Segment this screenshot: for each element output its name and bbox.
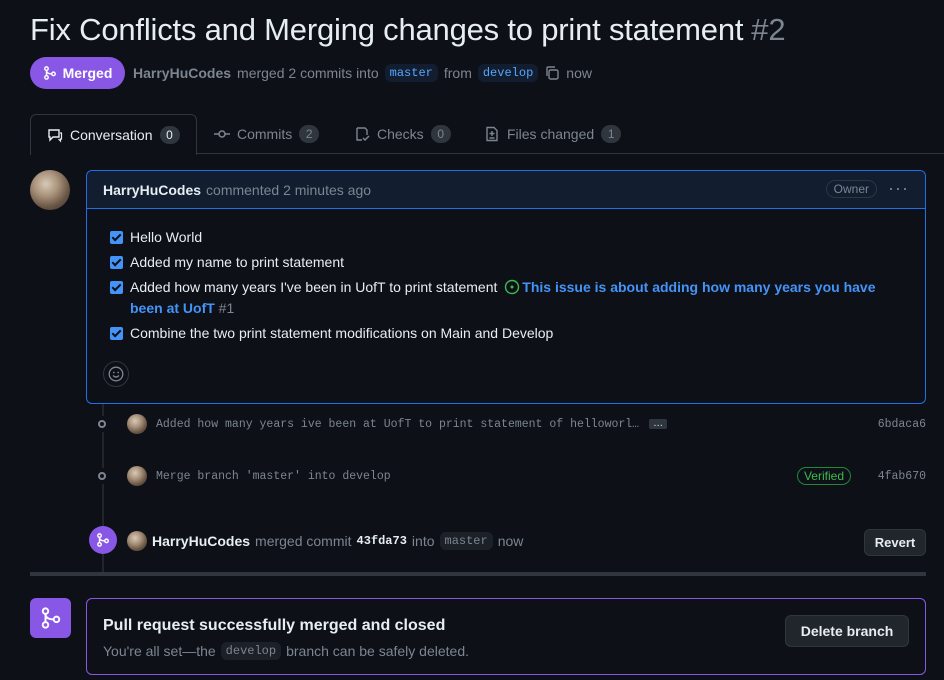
- merge-commit-sha[interactable]: 43fda73: [357, 534, 407, 548]
- avatar[interactable]: [127, 466, 147, 486]
- tab-counter: 0: [430, 125, 451, 143]
- task-checkbox[interactable]: [110, 327, 123, 340]
- merged-status-badge: Merged: [30, 57, 125, 89]
- commit-row: Added how many years ive been at UofT to…: [94, 414, 926, 434]
- avatar[interactable]: [127, 414, 147, 434]
- task-text: Added how many years I've been in UofT t…: [130, 279, 498, 295]
- issue-number[interactable]: #1: [219, 300, 235, 316]
- task-checkbox[interactable]: [110, 281, 123, 294]
- comment-box: HarryHuCodes commented 2 minutes ago Own…: [86, 170, 926, 404]
- task-text-with-reference: Added how many years I've been in UofT t…: [130, 277, 910, 319]
- task-checkbox[interactable]: [110, 231, 123, 244]
- merge-action-text: merged 2 commits into: [237, 65, 379, 81]
- target-branch[interactable]: master: [439, 532, 493, 550]
- merged-subtitle: You're all set—the develop branch can be…: [103, 642, 469, 660]
- author-link[interactable]: HarryHuCodes: [133, 65, 231, 81]
- merge-time: now: [566, 65, 592, 81]
- task-item: Hello World: [110, 227, 202, 248]
- into-text: into: [411, 533, 435, 549]
- git-commit-icon: [94, 416, 110, 432]
- head-branch[interactable]: develop: [477, 64, 539, 82]
- commit-message[interactable]: Added how many years ive been at UofT to…: [156, 418, 639, 431]
- comment-header: HarryHuCodes commented 2 minutes ago: [87, 171, 925, 209]
- merge-event-time[interactable]: now: [498, 533, 524, 549]
- tab-label: Commits: [237, 126, 293, 142]
- verified-badge[interactable]: Verified: [796, 467, 851, 485]
- task-text: Added my name to print statement: [130, 254, 344, 270]
- task-item: Combine the two print statement modifica…: [110, 323, 553, 344]
- tab-files-changed[interactable]: Files changed 1: [484, 114, 622, 154]
- merge-event: HarryHuCodes merged commit 43fda73 into …: [89, 526, 926, 556]
- checklist-icon: [356, 127, 370, 142]
- git-merge-icon: [30, 598, 71, 638]
- git-merge-icon: [89, 526, 117, 554]
- status-label: Merged: [62, 65, 113, 81]
- comment-icon: [48, 129, 63, 143]
- task-checkbox[interactable]: [110, 256, 123, 269]
- merged-status-box: Pull request successfully merged and clo…: [86, 598, 926, 675]
- merge-event-text: HarryHuCodes merged commit 43fda73 into …: [127, 531, 523, 551]
- commit-row: Merge branch 'master' into develop Verif…: [94, 466, 926, 486]
- commit-message[interactable]: Merge branch 'master' into develop: [156, 470, 391, 483]
- git-merge-icon: [43, 66, 56, 80]
- base-branch[interactable]: master: [384, 64, 438, 82]
- merged-subtitle-after: branch can be safely deleted.: [286, 643, 469, 659]
- delete-branch-button[interactable]: Delete branch: [785, 615, 909, 647]
- tab-conversation[interactable]: Conversation 0: [30, 114, 197, 155]
- task-item: Added how many years I've been in UofT t…: [110, 277, 910, 319]
- tab-commits[interactable]: Commits 2: [214, 114, 320, 154]
- avatar[interactable]: [30, 170, 70, 210]
- smiley-icon: [108, 366, 124, 382]
- kebab-menu-icon[interactable]: ···: [888, 179, 909, 197]
- copy-icon[interactable]: [544, 65, 560, 81]
- pr-tabs: Conversation 0 Commits 2 Checks 0 Files …: [30, 114, 944, 155]
- file-diff-icon: [486, 126, 498, 142]
- git-commit-icon: [94, 468, 110, 484]
- issue-opened-icon: [505, 279, 520, 295]
- deletable-branch[interactable]: develop: [220, 642, 282, 660]
- git-commit-icon: [214, 130, 230, 138]
- task-text: Combine the two print statement modifica…: [130, 325, 554, 341]
- comment-author[interactable]: HarryHuCodes: [103, 182, 201, 198]
- avatar[interactable]: [127, 531, 147, 551]
- tab-counter: 2: [299, 125, 320, 143]
- comment-timestamp[interactable]: commented 2 minutes ago: [206, 182, 371, 198]
- tab-checks[interactable]: Checks 0: [354, 114, 451, 154]
- merge-action: merged commit: [255, 533, 352, 549]
- pr-title: Fix Conflicts and Merging changes to pri…: [30, 12, 744, 47]
- owner-badge: Owner: [825, 180, 877, 198]
- tab-label: Files changed: [507, 126, 595, 142]
- tab-counter: 0: [159, 126, 180, 144]
- add-reaction-button[interactable]: [103, 361, 129, 387]
- tab-label: Conversation: [70, 127, 153, 143]
- commit-sha[interactable]: 6bdaca6: [878, 418, 926, 431]
- merged-title: Pull request successfully merged and clo…: [103, 617, 446, 634]
- tab-label: Checks: [377, 126, 424, 142]
- revert-button[interactable]: Revert: [864, 529, 926, 556]
- commit-sha[interactable]: 4fab670: [878, 470, 926, 483]
- page-title: Fix Conflicts and Merging changes to pri…: [30, 12, 786, 48]
- task-text: Hello World: [130, 229, 203, 245]
- expand-commit-button[interactable]: …: [649, 419, 668, 429]
- tab-counter: 1: [601, 125, 622, 143]
- pr-number: #2: [751, 12, 786, 47]
- task-item: Added my name to print statement: [110, 252, 344, 273]
- from-text: from: [443, 65, 472, 81]
- timeline-divider: [30, 572, 926, 576]
- merged-subtitle-before: You're all set—the: [103, 643, 216, 659]
- merge-author[interactable]: HarryHuCodes: [152, 533, 250, 549]
- pr-meta: HarryHuCodes merged 2 commits into maste…: [133, 63, 592, 83]
